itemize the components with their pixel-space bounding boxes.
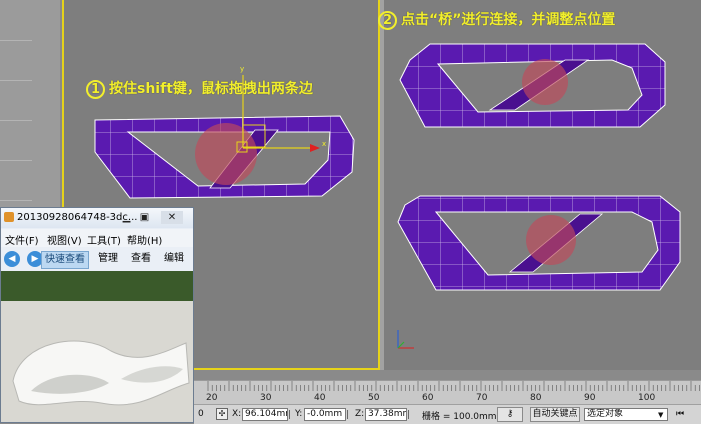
frame-number: 0: [198, 409, 204, 419]
timeline-tick-label: 60: [422, 393, 434, 403]
viewer-title-bar[interactable]: 20130928064748-3dc... ▁ ▣ ✕: [1, 208, 193, 228]
play-controls-icon[interactable]: ⏮: [676, 409, 684, 419]
status-bar: 0 ✣ X: 96.104mm Y: -0.0mm Z: 37.38mm 栅格 …: [194, 404, 701, 424]
y-coordinate-field[interactable]: -0.0mm: [304, 408, 346, 421]
menu-file[interactable]: 文件(F): [5, 232, 39, 247]
mesh-right-top[interactable]: [399, 43, 666, 128]
z-spinner-icon[interactable]: [408, 410, 413, 419]
back-arrow-icon[interactable]: ◀: [4, 251, 20, 267]
y-spinner-icon[interactable]: [347, 410, 352, 419]
grid-size-text: 栅格 = 100.0mm: [422, 412, 497, 422]
viewer-menu-bar: 文件(F) 视图(V) 工具(T) 帮助(H): [1, 229, 193, 247]
mesh-right-bottom[interactable]: [397, 195, 681, 291]
maximize-icon[interactable]: ▣: [137, 211, 152, 224]
selection-highlight-right-top: [522, 59, 568, 105]
selection-highlight-right-bottom: [526, 215, 576, 265]
image-viewer-window[interactable]: 20130928064748-3dc... ▁ ▣ ✕ 文件(F) 视图(V) …: [0, 207, 194, 423]
quickview-button[interactable]: 快速查看: [41, 251, 89, 269]
selection-highlight-left: [195, 123, 257, 185]
z-label: Z:: [355, 409, 365, 419]
timeline-tick-label: 70: [476, 393, 488, 403]
x-spinner-icon[interactable]: [289, 410, 294, 419]
timeline-ruler: [207, 381, 700, 391]
axis-tripod-icon: [397, 330, 414, 349]
y-label: Y:: [295, 409, 303, 419]
menu-help[interactable]: 帮助(H): [127, 232, 162, 247]
chevron-down-icon[interactable]: ▼: [658, 411, 663, 419]
autokey-button[interactable]: 自动关键点: [530, 407, 580, 422]
timeline-tick-label: 50: [368, 393, 380, 403]
mesh-left[interactable]: y x: [94, 65, 355, 199]
timeline-tick-label: 40: [314, 393, 326, 403]
z-coordinate-field[interactable]: 37.38mm: [365, 408, 407, 421]
timeline-tick-label: 20: [206, 393, 218, 403]
close-icon[interactable]: ✕: [161, 211, 183, 224]
timeline-tick-label: 80: [530, 393, 542, 403]
gizmo-y-label: y: [240, 65, 244, 73]
x-coordinate-field[interactable]: 96.104mm: [242, 408, 288, 421]
view-button[interactable]: 查看: [128, 251, 154, 267]
manage-button[interactable]: 管理: [95, 251, 121, 267]
key-icon[interactable]: ⚷: [497, 407, 523, 422]
lock-selection-icon[interactable]: ✣: [216, 408, 228, 420]
timeline-tick-label: 30: [260, 393, 272, 403]
viewer-toolbar: ◀ ▶ 快速查看 管理 查看 编辑: [1, 247, 193, 272]
minimize-icon[interactable]: ▁: [119, 211, 134, 224]
menu-tools[interactable]: 工具(T): [87, 232, 121, 247]
timeline-tick-label: 90: [584, 393, 596, 403]
viewer-app-icon: [4, 212, 14, 222]
viewer-photo: [1, 271, 193, 422]
timeline-tick-label: 100: [638, 393, 656, 403]
edit-button[interactable]: 编辑: [161, 251, 187, 267]
menu-view[interactable]: 视图(V): [47, 232, 82, 247]
x-label: X:: [232, 409, 242, 419]
gizmo-x-label: x: [322, 140, 326, 148]
selection-dropdown[interactable]: 选定对象: [584, 408, 668, 421]
